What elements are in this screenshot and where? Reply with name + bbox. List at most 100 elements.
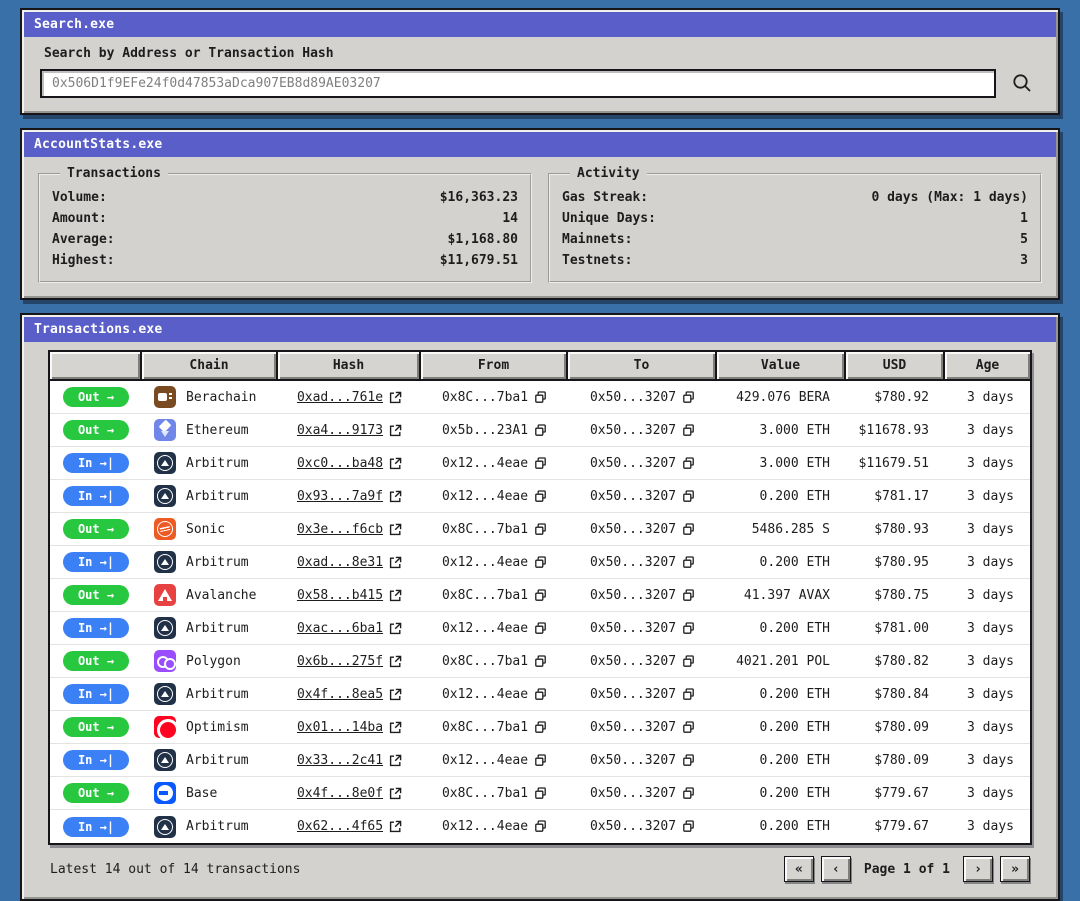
- next-page-button[interactable]: ›: [963, 856, 993, 882]
- table-row: In →| Arbitrum 0xad...8e31 0x12...4eae 0…: [50, 546, 1030, 579]
- hash-link[interactable]: 0x33...2c41: [297, 753, 383, 768]
- table-row: In →| Arbitrum 0x93...7a9f 0x12...4eae 0…: [50, 480, 1030, 513]
- from-address: 0x5b...23A1: [442, 423, 528, 438]
- external-link-icon[interactable]: [389, 787, 402, 800]
- external-link-icon[interactable]: [389, 523, 402, 536]
- copy-to-button[interactable]: [682, 754, 695, 767]
- copy-to-button[interactable]: [682, 688, 695, 701]
- hash-link[interactable]: 0xad...761e: [297, 390, 383, 405]
- copy-from-button[interactable]: [534, 589, 547, 602]
- copy-from-button[interactable]: [534, 556, 547, 569]
- external-link-icon[interactable]: [389, 457, 402, 470]
- hash-link[interactable]: 0x6b...275f: [297, 654, 383, 669]
- external-link-icon[interactable]: [389, 721, 402, 734]
- hash-link[interactable]: 0x62...4f65: [297, 819, 383, 834]
- copy-to-button[interactable]: [682, 787, 695, 800]
- copy-from-button[interactable]: [534, 820, 547, 833]
- copy-icon: [534, 754, 547, 767]
- copy-from-button[interactable]: [534, 391, 547, 404]
- hash-link[interactable]: 0xac...6ba1: [297, 621, 383, 636]
- external-link-icon[interactable]: [389, 820, 402, 833]
- tx-usd: $779.67: [874, 786, 929, 801]
- copy-from-button[interactable]: [534, 523, 547, 536]
- search-window-titlebar: Search.exe: [24, 12, 1056, 37]
- copy-to-button[interactable]: [682, 820, 695, 833]
- column-header-from[interactable]: From: [421, 352, 568, 379]
- copy-from-button[interactable]: [534, 787, 547, 800]
- column-header-to[interactable]: To: [568, 352, 717, 379]
- copy-from-button[interactable]: [534, 457, 547, 470]
- copy-to-button[interactable]: [682, 457, 695, 470]
- to-address: 0x50...3207: [590, 423, 676, 438]
- tx-age: 3 days: [967, 720, 1014, 735]
- direction-badge: Out →: [63, 585, 129, 605]
- hash-link[interactable]: 0x58...b415: [297, 588, 383, 603]
- chain-name: Arbitrum: [186, 456, 249, 471]
- copy-to-button[interactable]: [682, 523, 695, 536]
- copy-to-button[interactable]: [682, 556, 695, 569]
- hash-link[interactable]: 0x3e...f6cb: [297, 522, 383, 537]
- external-link-icon[interactable]: [389, 688, 402, 701]
- copy-to-button[interactable]: [682, 490, 695, 503]
- to-address: 0x50...3207: [590, 621, 676, 636]
- column-header-age[interactable]: Age: [945, 352, 1030, 379]
- hash-link[interactable]: 0x4f...8ea5: [297, 687, 383, 702]
- copy-to-button[interactable]: [682, 655, 695, 668]
- copy-to-button[interactable]: [682, 424, 695, 437]
- column-header-value[interactable]: Value: [717, 352, 846, 379]
- copy-to-button[interactable]: [682, 622, 695, 635]
- copy-icon: [534, 688, 547, 701]
- column-header-badge[interactable]: [50, 352, 142, 379]
- column-header-hash[interactable]: Hash: [278, 352, 421, 379]
- arbitrum-chain-icon: [154, 683, 176, 705]
- hash-link[interactable]: 0x4f...8e0f: [297, 786, 383, 801]
- copy-from-button[interactable]: [534, 688, 547, 701]
- stat-label: Mainnets:: [562, 229, 632, 250]
- search-input[interactable]: [40, 69, 996, 98]
- table-row: In →| Arbitrum 0x33...2c41 0x12...4eae 0…: [50, 744, 1030, 777]
- hash-link[interactable]: 0xc0...ba48: [297, 456, 383, 471]
- stat-value: 5: [1020, 229, 1028, 250]
- external-link-icon[interactable]: [389, 655, 402, 668]
- from-address: 0x12...4eae: [442, 819, 528, 834]
- table-footer: Latest 14 out of 14 transactions « ‹ Pag…: [48, 845, 1032, 891]
- copy-to-button[interactable]: [682, 721, 695, 734]
- copy-from-button[interactable]: [534, 424, 547, 437]
- hash-link[interactable]: 0x01...14ba: [297, 720, 383, 735]
- external-link-icon[interactable]: [389, 589, 402, 602]
- from-address: 0x12...4eae: [442, 489, 528, 504]
- column-header-usd[interactable]: USD: [846, 352, 945, 379]
- copy-from-button[interactable]: [534, 490, 547, 503]
- last-page-button[interactable]: »: [1000, 856, 1030, 882]
- copy-icon: [534, 787, 547, 800]
- external-link-icon[interactable]: [389, 556, 402, 569]
- copy-from-button[interactable]: [534, 721, 547, 734]
- external-link-icon[interactable]: [389, 754, 402, 767]
- hash-link[interactable]: 0xa4...9173: [297, 423, 383, 438]
- external-link-icon[interactable]: [389, 424, 402, 437]
- first-page-button[interactable]: «: [784, 856, 814, 882]
- copy-to-button[interactable]: [682, 391, 695, 404]
- tx-value: 429.076 BERA: [736, 390, 830, 405]
- copy-icon: [534, 490, 547, 503]
- copy-from-button[interactable]: [534, 754, 547, 767]
- copy-from-button[interactable]: [534, 655, 547, 668]
- hash-link[interactable]: 0xad...8e31: [297, 555, 383, 570]
- transactions-stats-group: Transactions Volume: $16,363.23 Amount: …: [38, 166, 532, 283]
- copy-to-button[interactable]: [682, 589, 695, 602]
- column-header-chain[interactable]: Chain: [142, 352, 278, 379]
- copy-from-button[interactable]: [534, 622, 547, 635]
- to-address: 0x50...3207: [590, 489, 676, 504]
- external-link-icon[interactable]: [389, 622, 402, 635]
- search-button[interactable]: [1004, 68, 1040, 98]
- stat-value: $16,363.23: [440, 187, 518, 208]
- external-link-icon[interactable]: [389, 490, 402, 503]
- hash-link[interactable]: 0x93...7a9f: [297, 489, 383, 504]
- from-address: 0x12...4eae: [442, 753, 528, 768]
- chain-name: Arbitrum: [186, 489, 249, 504]
- stat-row-highest: Highest: $11,679.51: [52, 250, 518, 271]
- pagination: « ‹ Page 1 of 1 › »: [784, 856, 1030, 882]
- external-link-icon[interactable]: [389, 391, 402, 404]
- prev-page-button[interactable]: ‹: [821, 856, 851, 882]
- copy-icon: [682, 523, 695, 536]
